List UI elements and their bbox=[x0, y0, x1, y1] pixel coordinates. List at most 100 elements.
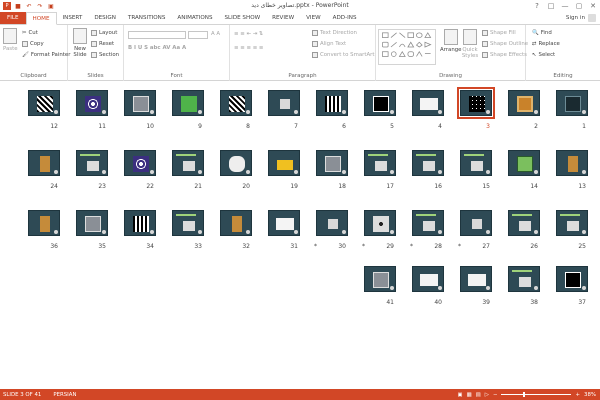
font-style-buttons[interactable]: B I U S abc AV Aa A bbox=[128, 45, 186, 51]
slide-thumbnail[interactable] bbox=[124, 90, 156, 116]
tab-add-ins[interactable]: ADD-INS bbox=[327, 12, 363, 24]
sorter-view-icon[interactable]: ▦ bbox=[467, 392, 472, 398]
slide-thumbnail[interactable] bbox=[172, 150, 204, 176]
slide-thumbnail[interactable] bbox=[268, 150, 300, 176]
tab-design[interactable]: DESIGN bbox=[88, 12, 122, 24]
start-slideshow-icon[interactable]: ▣ bbox=[47, 2, 55, 10]
zoom-slider[interactable] bbox=[501, 392, 572, 397]
restore-button[interactable]: ▢ bbox=[572, 0, 586, 12]
slide-thumbnail[interactable] bbox=[28, 210, 60, 236]
zoom-level[interactable]: 38% bbox=[584, 392, 596, 398]
shape-effects-button[interactable]: Shape Effects bbox=[482, 52, 527, 58]
tab-transitions[interactable]: TRANSITIONS bbox=[122, 12, 172, 24]
slide-thumbnail[interactable] bbox=[28, 90, 60, 116]
find-button[interactable]: 🔍 Find bbox=[532, 30, 552, 36]
slide-thumbnail[interactable] bbox=[268, 90, 300, 116]
minimize-button[interactable]: — bbox=[558, 0, 572, 12]
slide-thumbnail[interactable] bbox=[460, 150, 492, 176]
tab-slide-show[interactable]: SLIDE SHOW bbox=[219, 12, 267, 24]
tab-review[interactable]: REVIEW bbox=[266, 12, 300, 24]
reading-view-icon[interactable]: ▤ bbox=[476, 392, 481, 398]
help-icon[interactable]: ? bbox=[530, 0, 544, 12]
arrange-button[interactable]: Arrange bbox=[440, 29, 461, 53]
slide-thumbnail[interactable] bbox=[412, 266, 444, 292]
slide-thumbnail[interactable] bbox=[556, 210, 588, 236]
slide-thumbnail[interactable] bbox=[364, 266, 396, 292]
undo-icon[interactable]: ↶ bbox=[25, 2, 33, 10]
shapes-gallery[interactable] bbox=[378, 29, 436, 65]
tab-insert[interactable]: INSERT bbox=[57, 12, 89, 24]
section-button[interactable]: Section bbox=[91, 52, 119, 58]
save-icon[interactable]: ■ bbox=[14, 2, 22, 10]
tab-animations[interactable]: ANIMATIONS bbox=[171, 12, 218, 24]
new-slide-button[interactable]: New Slide bbox=[71, 28, 89, 58]
slide-thumbnail[interactable] bbox=[508, 150, 540, 176]
slide-thumbnail[interactable] bbox=[172, 90, 204, 116]
close-button[interactable]: ✕ bbox=[586, 0, 600, 12]
tab-home[interactable]: HOME bbox=[25, 12, 57, 25]
tab-file[interactable]: FILE bbox=[0, 12, 26, 24]
slide-thumbnail[interactable] bbox=[220, 150, 252, 176]
normal-view-icon[interactable]: ▣ bbox=[458, 392, 463, 398]
slide-thumbnail[interactable] bbox=[268, 210, 300, 236]
align-icons[interactable]: ≡ ≡ ≡ ≡ ≡ bbox=[234, 45, 263, 51]
shape-outline-button[interactable]: Shape Outline bbox=[482, 41, 528, 47]
reset-button[interactable]: Reset bbox=[91, 41, 114, 47]
slideshow-view-icon[interactable]: ▷ bbox=[485, 392, 489, 398]
slide-thumbnail[interactable] bbox=[412, 90, 444, 116]
slide-thumbnail[interactable] bbox=[364, 210, 396, 236]
layout-button[interactable]: Layout bbox=[91, 30, 117, 36]
redo-icon[interactable]: ↷ bbox=[36, 2, 44, 10]
slide-thumbnail[interactable] bbox=[76, 150, 108, 176]
cut-button[interactable]: ✂ Cut bbox=[22, 30, 38, 36]
slide-thumbnail[interactable] bbox=[508, 90, 540, 116]
zoom-slider-thumb[interactable] bbox=[523, 392, 526, 397]
slide-thumbnail[interactable] bbox=[412, 210, 444, 236]
slide-thumbnail[interactable] bbox=[124, 210, 156, 236]
signin-label[interactable]: Sign in bbox=[566, 15, 585, 21]
paste-button[interactable]: Paste bbox=[3, 28, 18, 52]
zoom-in-icon[interactable]: + bbox=[575, 392, 580, 398]
tab-view[interactable]: VIEW bbox=[300, 12, 327, 24]
slide-thumbnail[interactable] bbox=[508, 210, 540, 236]
zoom-out-icon[interactable]: − bbox=[493, 392, 498, 398]
quick-styles-button[interactable]: Quick Styles bbox=[460, 29, 480, 59]
slide-thumbnail[interactable] bbox=[556, 150, 588, 176]
slide-thumbnail[interactable] bbox=[364, 150, 396, 176]
replace-button[interactable]: ⇄ Replace bbox=[532, 41, 560, 47]
format-painter-button[interactable]: 🖌 Format Painter bbox=[22, 52, 70, 58]
slide-thumbnail[interactable] bbox=[316, 90, 348, 116]
slide-thumbnail[interactable] bbox=[124, 150, 156, 176]
slide-thumbnail[interactable] bbox=[457, 87, 495, 119]
grow-font-icon[interactable]: A A bbox=[211, 31, 220, 37]
slide-thumbnail[interactable] bbox=[220, 210, 252, 236]
slide-thumbnail[interactable] bbox=[76, 90, 108, 116]
slide-thumbnail[interactable] bbox=[220, 90, 252, 116]
slide-thumbnail[interactable] bbox=[412, 150, 444, 176]
select-button[interactable]: ↖ Select bbox=[532, 52, 555, 58]
slide-thumbnail[interactable] bbox=[364, 90, 396, 116]
slide-thumbnail[interactable] bbox=[28, 150, 60, 176]
audio-icon bbox=[582, 110, 586, 114]
slide-number: 39 bbox=[482, 299, 490, 306]
slide-thumbnail[interactable] bbox=[460, 266, 492, 292]
ribbon-display-icon[interactable]: □ bbox=[544, 0, 558, 12]
bullets-icon[interactable]: ≡ ≡ ⇤ ⇥ ⇅ bbox=[234, 31, 263, 37]
font-size-box[interactable] bbox=[188, 31, 208, 39]
slide-thumbnail[interactable] bbox=[556, 266, 588, 292]
slide-thumbnail[interactable] bbox=[316, 210, 348, 236]
slide-thumbnail[interactable] bbox=[172, 210, 204, 236]
slide-thumbnail[interactable] bbox=[76, 210, 108, 236]
align-text-button[interactable]: Align Text bbox=[312, 41, 346, 47]
signin[interactable]: Sign in bbox=[566, 14, 596, 22]
slide-thumbnail[interactable] bbox=[316, 150, 348, 176]
slide-thumbnail[interactable] bbox=[460, 210, 492, 236]
font-name-box[interactable] bbox=[128, 31, 186, 39]
slide-thumbnail[interactable] bbox=[508, 266, 540, 292]
copy-button[interactable]: Copy bbox=[22, 41, 44, 47]
language-indicator[interactable]: PERSIAN bbox=[53, 392, 76, 398]
text-direction-button[interactable]: Text Direction bbox=[312, 30, 357, 36]
slide-thumbnail[interactable] bbox=[556, 90, 588, 116]
convert-smartart-button[interactable]: Convert to SmartArt bbox=[312, 52, 374, 58]
shape-fill-button[interactable]: Shape Fill bbox=[482, 30, 516, 36]
